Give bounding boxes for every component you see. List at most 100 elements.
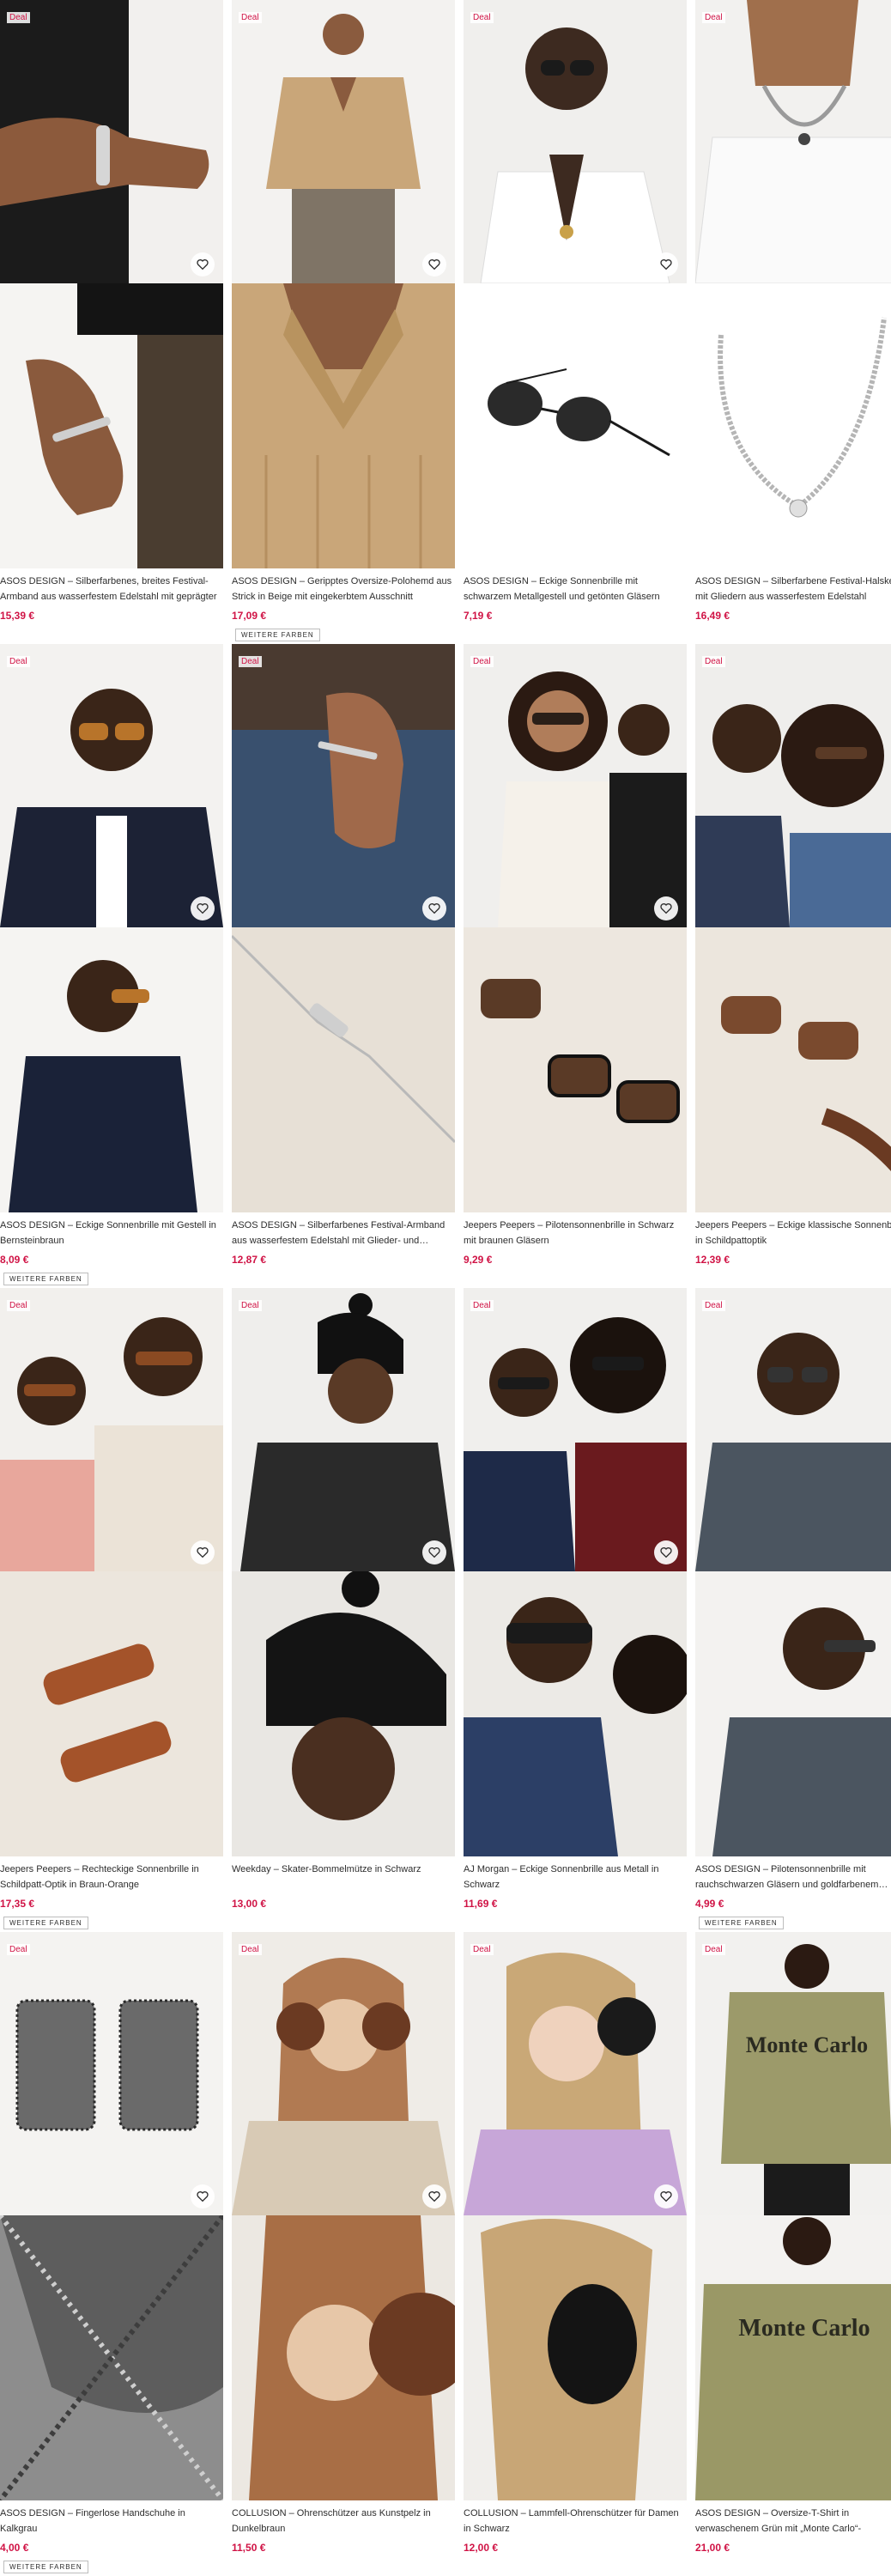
product-image-model[interactable] [232,644,455,927]
heart-icon [197,1547,209,1558]
deal-badge: Deal [7,1300,30,1311]
product-price: 12,00 € [464,2542,499,2554]
product-title[interactable]: Jeepers Peepers – Rechteckige Sonnenbril… [0,1862,223,1893]
product-price: 12,87 € [232,1254,267,1266]
save-for-later-button[interactable] [191,896,215,920]
product-title[interactable]: ASOS DESIGN – Eckige Sonnenbrille mit Ge… [0,1218,223,1249]
product-image-model[interactable] [695,644,891,927]
more-colors-button[interactable]: WEITERE FARBEN [3,1273,88,1285]
product-image-model[interactable] [464,1932,687,2215]
product-card[interactable]: Deal AJ Morgan – Eckige Sonnenbrille aus… [464,1288,687,1932]
product-card[interactable]: Deal Weekday – Skater-Bommelmütze in Sch… [232,1288,455,1932]
more-colors-button[interactable]: WEITERE FARBEN [3,2561,88,2573]
product-card[interactable]: Monte Carlo Monte Carlo Deal ASOS DESIGN… [695,1932,891,2576]
product-image-model[interactable] [464,1288,687,1571]
product-title[interactable]: COLLUSION – Lammfell-Ohrenschützer für D… [464,2506,687,2537]
save-for-later-button[interactable] [422,2184,446,2208]
product-title[interactable]: Weekday – Skater-Bommelmütze in Schwarz [232,1862,455,1893]
product-image-detail[interactable] [695,927,891,1212]
more-colors-button[interactable]: WEITERE FARBEN [3,1917,88,1929]
heart-icon [428,259,440,270]
heart-icon [428,1547,440,1558]
product-card[interactable]: Deal ASOS DESIGN – Silberfarbenes Festiv… [232,644,455,1288]
product-title[interactable]: ASOS DESIGN – Oversize-T-Shirt in verwas… [695,2506,891,2537]
product-image-detail[interactable] [232,1571,455,1856]
product-price: 17,09 € [232,610,267,622]
heart-icon [197,2191,209,2202]
product-card[interactable]: Deal COLLUSION – Ohrenschützer aus Kunst… [232,1932,455,2576]
product-image-model[interactable] [0,0,223,283]
product-image-model[interactable] [695,0,891,283]
product-title[interactable]: Jeepers Peepers – Pilotensonnenbrille in… [464,1218,687,1249]
product-card[interactable]: Deal ASOS DESIGN – Eckige Sonnenbrille m… [0,644,223,1288]
product-image-model[interactable] [695,1288,891,1571]
product-image-detail[interactable] [464,2215,687,2500]
product-card[interactable]: Deal ASOS DESIGN – Geripptes Oversize-Po… [232,0,455,644]
save-for-later-button[interactable] [654,2184,678,2208]
product-title[interactable]: ASOS DESIGN – Silberfarbene Festival-Hal… [695,574,891,605]
save-for-later-button[interactable] [191,252,215,276]
product-card[interactable]: Deal ASOS DESIGN – Silberfarbene Festiva… [695,0,891,644]
save-for-later-button[interactable] [422,896,446,920]
product-title[interactable]: ASOS DESIGN – Fingerlose Handschuhe in K… [0,2506,223,2537]
product-image-model[interactable] [0,1932,223,2215]
save-for-later-button[interactable] [422,252,446,276]
more-colors-button[interactable]: WEITERE FARBEN [235,629,320,641]
heart-icon [197,259,209,270]
product-image-detail[interactable] [0,1571,223,1856]
product-image-model[interactable] [0,644,223,927]
product-title[interactable]: COLLUSION – Ohrenschützer aus Kunstpelz … [232,2506,455,2537]
save-for-later-button[interactable] [191,2184,215,2208]
product-card[interactable]: Deal ASOS DESIGN – Pilotensonnenbrille m… [695,1288,891,1932]
product-image-detail[interactable] [695,283,891,568]
save-for-later-button[interactable] [654,252,678,276]
deal-badge: Deal [239,1944,262,1955]
product-image-detail[interactable] [464,283,687,568]
product-card[interactable]: Deal Jeepers Peepers – Pilotensonnenbril… [464,644,687,1288]
product-image-detail[interactable] [0,2215,223,2500]
save-for-later-button[interactable] [191,1540,215,1564]
save-for-later-button[interactable] [422,1540,446,1564]
product-image-detail[interactable] [464,1571,687,1856]
save-for-later-button[interactable] [654,1540,678,1564]
product-title[interactable]: ASOS DESIGN – Geripptes Oversize-Polohem… [232,574,455,605]
product-card[interactable]: Deal ASOS DESIGN – Eckige Sonnenbrille m… [464,0,687,644]
product-image-detail[interactable] [464,927,687,1212]
product-image-model[interactable] [232,1288,455,1571]
product-card[interactable]: Deal Jeepers Peepers – Eckige klassische… [695,644,891,1288]
product-image-model[interactable] [232,0,455,283]
product-card[interactable]: Deal Jeepers Peepers – Rechteckige Sonne… [0,1288,223,1932]
product-price: 7,19 € [464,610,493,622]
more-colors-button[interactable]: WEITERE FARBEN [699,1917,784,1929]
product-title[interactable]: ASOS DESIGN – Eckige Sonnenbrille mit sc… [464,574,687,605]
product-image-detail[interactable] [232,927,455,1212]
product-image-model[interactable]: Monte Carlo [695,1932,891,2215]
product-image-model[interactable] [464,644,687,927]
product-title[interactable]: ASOS DESIGN – Silberfarbenes Festival-Ar… [232,1218,455,1249]
product-image-detail[interactable]: Monte Carlo [695,2215,891,2500]
product-card[interactable]: Deal ASOS DESIGN – Silberfarbenes, breit… [0,0,223,644]
product-image-detail[interactable] [232,2215,455,2500]
product-price: 21,00 € [695,2542,730,2554]
product-price: 8,09 € [0,1254,29,1266]
product-title[interactable]: ASOS DESIGN – Silberfarbenes, breites Fe… [0,574,223,605]
product-image-model[interactable] [232,1932,455,2215]
heart-icon [197,903,209,914]
product-row: Deal ASOS DESIGN – Fingerlose Handschuhe… [0,1932,891,2576]
heart-icon [428,2191,440,2202]
product-image-detail[interactable] [0,283,223,568]
product-price: 9,29 € [464,1254,493,1266]
product-image-model[interactable] [0,1288,223,1571]
product-card[interactable]: Deal COLLUSION – Lammfell-Ohrenschützer … [464,1932,687,2576]
product-title[interactable]: AJ Morgan – Eckige Sonnenbrille aus Meta… [464,1862,687,1893]
product-image-detail[interactable] [232,283,455,568]
heart-icon [660,903,672,914]
product-image-detail[interactable] [0,927,223,1212]
product-image-model[interactable] [464,0,687,283]
product-title[interactable]: ASOS DESIGN – Pilotensonnenbrille mit ra… [695,1862,891,1893]
product-image-detail[interactable] [695,1571,891,1856]
product-card[interactable]: Deal ASOS DESIGN – Fingerlose Handschuhe… [0,1932,223,2576]
product-title[interactable]: Jeepers Peepers – Eckige klassische Sonn… [695,1218,891,1249]
deal-badge: Deal [470,12,494,23]
save-for-later-button[interactable] [654,896,678,920]
